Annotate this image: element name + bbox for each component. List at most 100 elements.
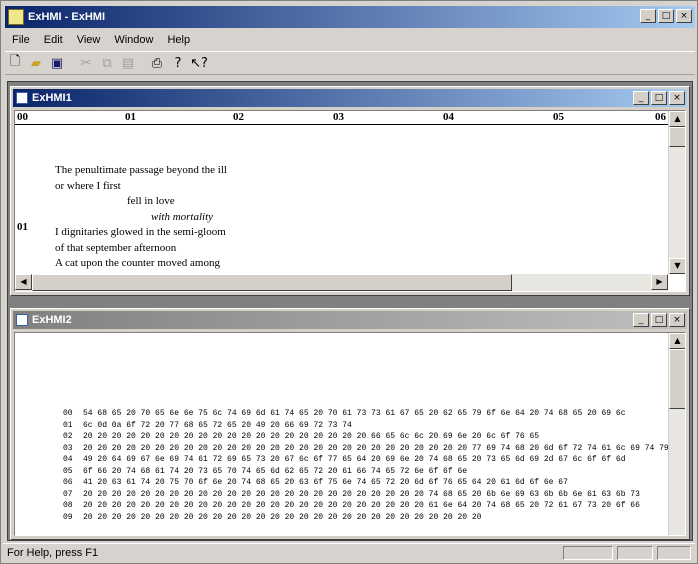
menu-help[interactable]: Help [160,34,197,46]
status-pane [563,546,613,560]
hex-offset: 05 [63,466,73,476]
paste-icon[interactable]: ▤ [118,53,138,73]
ruler-label: 00 [17,111,28,123]
child-title: ExHMI1 [32,92,72,104]
column-ruler: 00 01 02 03 04 05 06 [15,111,668,125]
text-line: of that september afternoon [55,241,177,254]
hex-bytes: 20 20 20 20 20 20 20 20 20 20 20 20 20 2… [83,443,669,453]
vertical-scrollbar[interactable]: ▲ ▼ [668,111,685,274]
scroll-up-button[interactable]: ▲ [669,333,685,349]
new-file-icon[interactable]: 🗋 [5,53,25,73]
child-title-bar[interactable]: ExHMI2 [13,311,687,329]
save-icon[interactable]: ▣ [47,53,67,73]
close-button[interactable]: × [676,9,692,23]
print-icon[interactable]: ⎙ [147,53,167,73]
menu-window[interactable]: Window [107,34,160,46]
hex-bytes: 20 20 20 20 20 20 20 20 20 20 20 20 20 2… [83,489,640,499]
ruler-label: 03 [333,111,344,123]
child-minimize-button[interactable]: _ [633,313,649,327]
open-folder-icon[interactable]: ▰ [26,53,46,73]
hex-dump: 00 54 68 65 20 70 65 6e 6e 75 6c 74 69 6d… [63,408,669,523]
mdi-client-area: ExHMI1 _ □ × 00 01 02 03 04 05 06 01 The… [7,81,693,541]
child-close-button[interactable]: × [669,91,685,105]
hex-bytes: 20 20 20 20 20 20 20 20 20 20 20 20 20 2… [83,512,482,522]
cut-icon[interactable]: ✂ [76,53,96,73]
text-line: I dignitaries glowed in the semi-gloom [55,226,226,238]
hex-row: 03 20 20 20 20 20 20 20 20 20 20 20 20 20… [63,443,669,455]
hex-offset: 03 [63,443,73,453]
app-icon [8,9,24,25]
app-window: ExHMI - ExHMI _ □ × File Edit View Windo… [0,0,698,564]
child-maximize-button[interactable]: □ [651,313,667,327]
scroll-thumb[interactable] [669,349,685,409]
scroll-right-button[interactable]: ▶ [651,274,668,290]
child-close-button[interactable]: × [669,313,685,327]
hex-row: 02 20 20 20 20 20 20 20 20 20 20 20 20 20… [63,431,669,443]
hex-row: 00 54 68 65 20 70 65 6e 6e 75 6c 74 69 6d… [63,408,669,420]
hex-offset: 04 [63,455,73,464]
menu-file[interactable]: File [5,34,37,46]
scroll-down-button[interactable]: ▼ [669,258,685,274]
vertical-scrollbar[interactable]: ▲ [668,333,685,535]
row-label: 01 [17,221,28,233]
hex-row: 08 20 20 20 20 20 20 20 20 20 20 20 20 20… [63,500,669,512]
text-content: The penultimate passage beyond the ill o… [55,163,227,272]
ruler-label: 01 [125,111,136,123]
hex-bytes: 54 68 65 20 70 65 6e 6e 75 6c 74 69 6d 6… [83,409,626,418]
minimize-button[interactable]: _ [640,9,656,23]
text-line: or where I first [55,179,121,192]
hex-offset: 01 [63,420,73,430]
menu-view[interactable]: View [70,34,108,46]
hex-bytes: 6c 0d 0a 6f 72 20 77 68 65 72 65 20 49 2… [83,420,352,430]
copy-icon[interactable]: ⧉ [97,53,117,73]
hex-view[interactable]: 00 54 68 65 20 70 65 6e 6e 75 6c 74 69 6d… [14,332,686,536]
hex-offset: 07 [63,489,73,499]
status-text: For Help, press F1 [7,546,99,559]
hex-offset: 00 [63,409,73,418]
hex-offset: 08 [63,501,73,510]
scroll-up-button[interactable]: ▲ [669,111,685,127]
hex-bytes: 49 20 64 69 67 6e 69 74 61 72 69 65 73 2… [83,455,626,464]
title-bar[interactable]: ExHMI - ExHMI _ □ × [5,6,695,28]
horizontal-scrollbar[interactable]: ◀ ▶ [15,274,668,291]
ruler-label: 02 [233,111,244,123]
text-line: A cat upon the counter moved among [55,257,220,269]
hex-offset: 06 [63,478,73,487]
window-title: ExHMI - ExHMI [28,11,106,23]
text-line: The penultimate passage beyond the ill [55,164,227,176]
document-icon [16,314,28,326]
maximize-button[interactable]: □ [658,9,674,23]
hex-bytes: 20 20 20 20 20 20 20 20 20 20 20 20 20 2… [83,432,540,441]
child-title: ExHMI2 [32,314,72,326]
text-view[interactable]: 00 01 02 03 04 05 06 01 The penultimate … [14,110,686,292]
hex-row: 04 49 20 64 69 67 6e 69 74 61 72 69 65 73… [63,454,669,466]
ruler-label: 05 [553,111,564,123]
scroll-thumb[interactable] [32,274,512,291]
hex-row: 07 20 20 20 20 20 20 20 20 20 20 20 20 20… [63,489,669,501]
hex-bytes: 41 20 63 61 74 20 75 70 6f 6e 20 74 68 6… [83,478,568,487]
hex-bytes: 6f 66 20 74 68 61 74 20 73 65 70 74 65 6… [83,466,468,476]
text-line: with mortality [151,210,214,223]
hex-row: 06 41 20 63 61 74 20 75 70 6f 6e 20 74 68… [63,477,669,489]
menu-edit[interactable]: Edit [37,34,70,46]
child-minimize-button[interactable]: _ [633,91,649,105]
child-window-text: ExHMI1 _ □ × 00 01 02 03 04 05 06 01 The… [10,86,690,296]
hex-row: 05 6f 66 20 74 68 61 74 20 73 65 70 74 65… [63,466,669,478]
document-icon [16,92,28,104]
help-icon[interactable]: ? [168,53,188,73]
child-window-hex: ExHMI2 _ □ × 00 54 68 65 20 70 65 6e 6e 7… [10,308,690,540]
status-pane [617,546,653,560]
context-help-icon[interactable]: ↖? [189,53,209,73]
child-maximize-button[interactable]: □ [651,91,667,105]
ruler-label: 04 [443,111,454,123]
child-title-bar[interactable]: ExHMI1 [13,89,687,107]
hex-row: 09 20 20 20 20 20 20 20 20 20 20 20 20 20… [63,512,669,524]
hex-row: 01 6c 0d 0a 6f 72 20 77 68 65 72 65 20 49… [63,420,669,432]
hex-offset: 09 [63,512,73,522]
scroll-left-button[interactable]: ◀ [15,274,32,290]
status-pane [657,546,691,560]
scroll-thumb[interactable] [669,127,685,147]
text-line: fell in love [127,195,175,207]
status-bar: For Help, press F1 [3,543,695,561]
ruler-label: 06 [655,111,666,123]
